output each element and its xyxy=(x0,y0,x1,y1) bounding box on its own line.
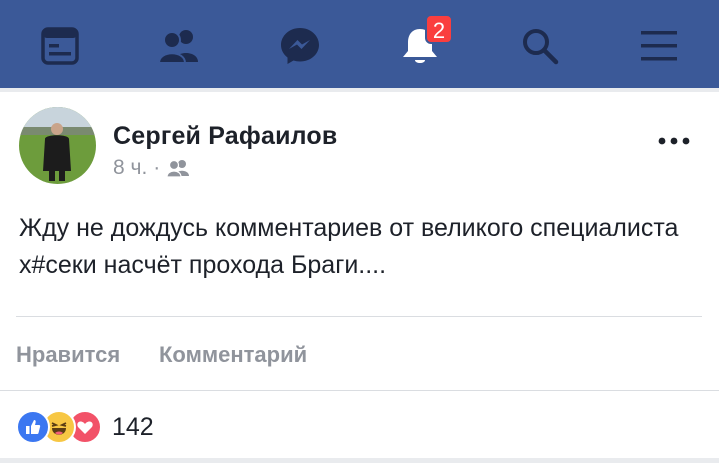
like-button[interactable]: Нравится xyxy=(16,342,120,368)
post-card: Сергей Рафаилов 8 ч. · Жду не дождусь ко… xyxy=(0,92,719,458)
comment-button[interactable]: Комментарий xyxy=(159,342,307,368)
more-options-icon xyxy=(658,137,690,145)
divider xyxy=(0,390,719,391)
post-text: Жду не дождусь комментариев от великого … xyxy=(19,214,679,279)
search-button[interactable] xyxy=(508,14,572,78)
meta-separator: · xyxy=(153,156,161,179)
friends-icon xyxy=(158,30,198,64)
like-reaction-icon xyxy=(16,410,50,444)
search-icon xyxy=(523,29,559,65)
top-navigation-bar: 2 xyxy=(0,0,719,88)
post-time[interactable]: 8 ч. xyxy=(113,156,147,180)
divider xyxy=(16,316,702,317)
notification-badge: 2 xyxy=(425,14,453,44)
avatar[interactable] xyxy=(19,107,96,184)
messenger-icon xyxy=(281,28,319,64)
post-meta: 8 ч. · xyxy=(113,156,192,180)
avatar-image xyxy=(19,107,96,184)
news-feed-icon xyxy=(41,27,79,65)
messenger-button[interactable] xyxy=(268,14,332,78)
reactions-count: 142 xyxy=(112,412,154,441)
friends-audience-icon xyxy=(166,159,190,177)
reactions-summary[interactable]: 142 xyxy=(16,410,154,444)
menu-icon xyxy=(641,31,677,61)
friends-button[interactable] xyxy=(148,14,212,78)
more-options-button[interactable] xyxy=(654,126,694,156)
author-name[interactable]: Сергей Рафаилов xyxy=(113,122,337,151)
news-feed-button[interactable] xyxy=(28,14,92,78)
menu-button[interactable] xyxy=(627,14,691,78)
